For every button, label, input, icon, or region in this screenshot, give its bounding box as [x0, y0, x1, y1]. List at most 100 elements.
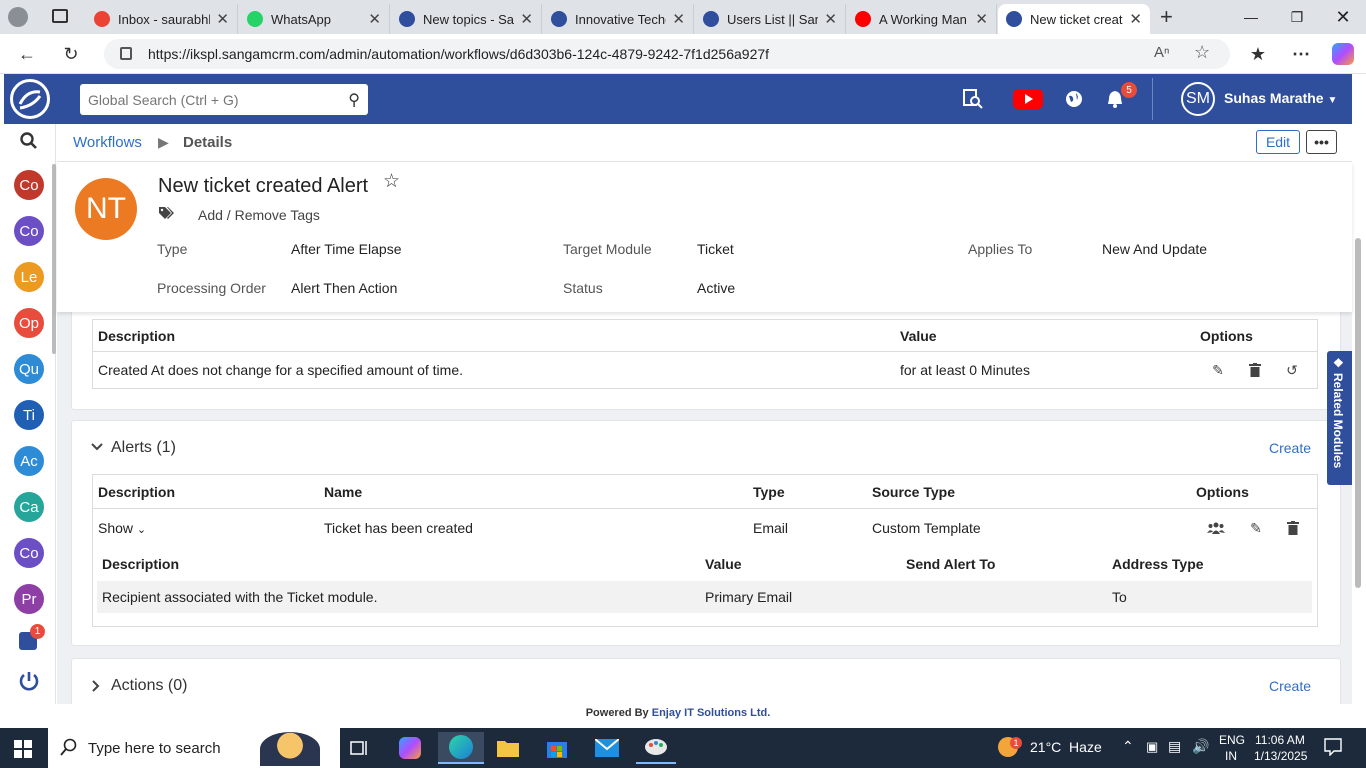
sidebar-module-5[interactable]: Ti — [14, 400, 44, 430]
sidebar-module-6[interactable]: Ac — [14, 446, 44, 476]
show-toggle[interactable]: Show ⌄ — [98, 520, 146, 536]
youtube-icon[interactable] — [1012, 86, 1044, 112]
taskbar-search-box[interactable]: Type here to search — [48, 728, 340, 768]
refresh-button[interactable]: ↻ — [56, 40, 86, 68]
delete-trash-icon[interactable] — [1283, 518, 1303, 538]
create-action-link[interactable]: Create — [1269, 678, 1311, 694]
close-window-button[interactable]: ✕ — [1320, 0, 1366, 34]
windows-taskbar: Type here to search 1 21°C Haze ⌃ ▣ ▤ 🔊 … — [0, 728, 1366, 768]
browser-tab[interactable]: A Working Man | ✕ — [847, 4, 997, 34]
close-tab-icon[interactable]: ✕ — [368, 10, 381, 28]
favorites-icon[interactable]: ★ — [1243, 40, 1273, 68]
browser-tab[interactable]: New topics - San ✕ — [391, 4, 542, 34]
star-icon[interactable]: ☆ — [383, 170, 400, 193]
close-tab-icon[interactable]: ✕ — [975, 10, 988, 28]
back-button[interactable]: ← — [12, 40, 42, 68]
volume-icon[interactable]: 🔊 — [1192, 738, 1209, 755]
browser-tab[interactable]: WhatsApp ✕ — [239, 4, 390, 34]
minimize-button[interactable]: — — [1228, 0, 1274, 34]
sidebar-module-7[interactable]: Ca — [14, 492, 44, 522]
sidebar-module-1[interactable]: Co — [14, 216, 44, 246]
sidebar-search-icon[interactable] — [20, 132, 38, 155]
close-tab-icon[interactable]: ✕ — [520, 10, 533, 28]
app-header: ⚲ 5 SM Suhas Marathe ▼ — [4, 74, 1352, 124]
user-menu[interactable]: Suhas Marathe ▼ — [1224, 90, 1337, 106]
browser-tab[interactable]: Inbox - saurabhk ✕ — [86, 4, 238, 34]
breadcrumb-workflows-link[interactable]: Workflows — [73, 134, 142, 151]
intercom-badge: 1 — [30, 624, 45, 639]
user-avatar[interactable]: SM — [1181, 82, 1215, 116]
language-bottom[interactable]: IN — [1225, 749, 1237, 763]
favorite-star-icon[interactable]: ☆ — [1194, 42, 1210, 63]
alerts-section-title[interactable]: Alerts (1) — [111, 439, 176, 457]
close-tab-icon[interactable]: ✕ — [1129, 10, 1142, 28]
notifications-icon[interactable] — [1324, 738, 1342, 759]
clock-time[interactable]: 11:06 AM — [1255, 733, 1305, 747]
tags-icon[interactable] — [158, 206, 174, 223]
restore-button[interactable]: ❐ — [1274, 0, 1320, 34]
copilot-taskbar-icon[interactable] — [390, 732, 430, 764]
main-scrollbar[interactable] — [1355, 238, 1361, 588]
show-hidden-icons-chevron-icon[interactable]: ⌃ — [1122, 738, 1134, 755]
close-tab-icon[interactable]: ✕ — [216, 10, 229, 28]
browser-tab[interactable]: Users List || Sang ✕ — [695, 4, 846, 34]
url-field[interactable]: https://ikspl.sangamcrm.com/admin/automa… — [104, 39, 1230, 69]
footer-company-link[interactable]: Enjay IT Solutions Ltd. — [652, 707, 771, 719]
power-icon[interactable] — [18, 670, 40, 695]
network-icon[interactable]: ▤ — [1168, 738, 1181, 755]
create-alert-link[interactable]: Create — [1269, 440, 1311, 456]
column-header-send-alert-to: Send Alert To — [906, 556, 996, 572]
global-search-input[interactable] — [88, 91, 349, 108]
chevron-down-icon: ▼ — [1327, 95, 1338, 106]
edge-browser-icon[interactable] — [438, 732, 484, 764]
new-tab-button[interactable]: + — [1160, 4, 1173, 30]
globe-icon[interactable] — [1061, 86, 1087, 112]
read-aloud-icon[interactable]: Aⁿ — [1154, 44, 1169, 61]
add-remove-tags-link[interactable]: Add / Remove Tags — [198, 207, 320, 223]
profile-icon[interactable] — [8, 7, 28, 27]
tab-actions-icon[interactable] — [52, 9, 68, 23]
site-info-icon[interactable] — [120, 47, 132, 60]
sidebar-module-2[interactable]: Le — [14, 262, 44, 292]
recipient-description: Recipient associated with the Ticket mod… — [102, 589, 378, 605]
status-value: Active — [697, 280, 736, 296]
microsoft-store-icon[interactable] — [537, 732, 577, 764]
edit-pencil-icon[interactable]: ✎ — [1208, 360, 1228, 380]
sidebar-module-4[interactable]: Qu — [14, 354, 44, 384]
browser-tab[interactable]: Innovative Techc ✕ — [543, 4, 694, 34]
record-avatar: NT — [75, 178, 137, 240]
mail-icon[interactable] — [587, 732, 627, 764]
search-docs-icon[interactable] — [960, 86, 986, 112]
language-top[interactable]: ENG — [1219, 733, 1245, 747]
task-view-icon[interactable] — [340, 732, 380, 764]
recipients-users-icon[interactable] — [1206, 518, 1226, 538]
close-tab-icon[interactable]: ✕ — [672, 10, 685, 28]
browser-menu-icon[interactable]: ⋯ — [1286, 40, 1316, 68]
close-tab-icon[interactable]: ✕ — [824, 10, 837, 28]
edit-button[interactable]: Edit — [1256, 130, 1300, 154]
clock-date[interactable]: 1/13/2025 — [1254, 749, 1307, 763]
sangam-logo-icon[interactable] — [10, 79, 50, 119]
search-icon[interactable]: ⚲ — [348, 90, 360, 110]
edit-pencil-icon[interactable]: ✎ — [1246, 518, 1266, 538]
sidebar-module-9[interactable]: Pr — [14, 584, 44, 614]
sidebar-scrollbar[interactable] — [52, 164, 56, 354]
sidebar-module-8[interactable]: Co — [14, 538, 44, 568]
actions-chevron-right-icon[interactable] — [91, 679, 101, 696]
actions-section-title[interactable]: Actions (0) — [111, 677, 187, 695]
weather-text[interactable]: 21°C Haze — [1030, 739, 1102, 755]
related-modules-tab[interactable]: ❖ Related Modules — [1327, 351, 1352, 485]
browser-tab[interactable]: New ticket create ✕ — [998, 4, 1150, 34]
file-explorer-icon[interactable] — [488, 732, 528, 764]
paint-icon[interactable] — [636, 732, 676, 764]
sidebar-module-0[interactable]: Co — [14, 170, 44, 200]
global-search[interactable]: ⚲ — [80, 84, 368, 115]
meet-now-icon[interactable]: ▣ — [1146, 739, 1158, 755]
sidebar-module-3[interactable]: Op — [14, 308, 44, 338]
history-icon[interactable]: ↺ — [1282, 360, 1302, 380]
windows-start-icon[interactable] — [14, 740, 32, 761]
alerts-chevron-down-icon[interactable] — [90, 439, 104, 455]
more-options-button[interactable]: ••• — [1306, 130, 1337, 154]
delete-trash-icon[interactable] — [1245, 360, 1265, 380]
copilot-icon[interactable] — [1332, 43, 1354, 65]
